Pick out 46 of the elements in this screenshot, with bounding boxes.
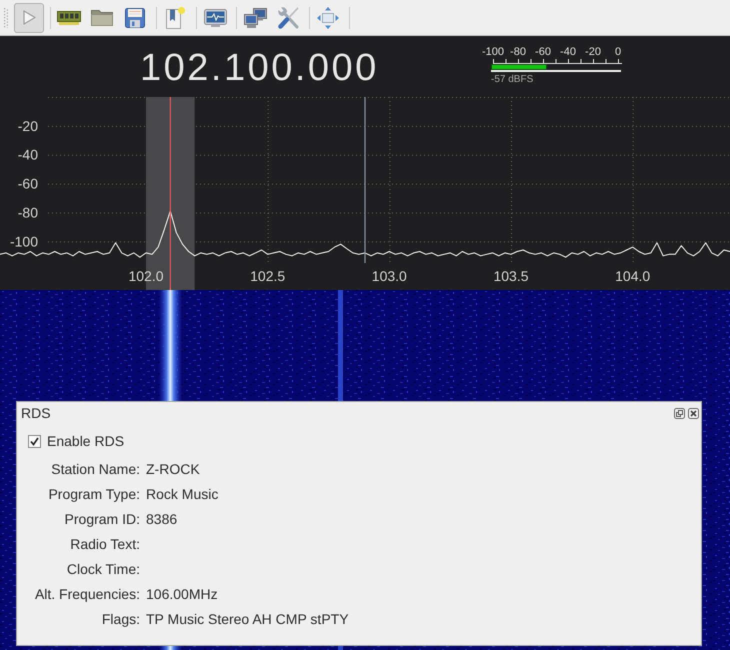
field-value: 106.00MHz xyxy=(146,584,218,602)
x-axis-label: 103.0 xyxy=(372,268,407,284)
field-label: Program ID: xyxy=(64,510,140,528)
meter-scale-label: 0 xyxy=(614,46,622,59)
wrench-screwdriver-icon xyxy=(278,6,298,28)
meter-scale-label: -80 xyxy=(510,46,526,59)
meter-scale-label: -40 xyxy=(560,46,576,59)
checkmark-icon xyxy=(30,436,39,446)
meter-scale-label: -60 xyxy=(535,46,551,59)
y-axis-label: -80 xyxy=(18,204,38,220)
field-label: Alt. Frequencies: xyxy=(34,584,140,602)
x-axis-label: 102.5 xyxy=(250,268,286,284)
grip-icon[interactable] xyxy=(4,8,8,28)
signal-reading: -57 dBFS xyxy=(491,74,534,86)
checkbox[interactable] xyxy=(28,434,41,448)
y-axis-label: -20 xyxy=(18,118,38,134)
y-axis-label: -100 xyxy=(10,233,38,250)
field-label: Radio Text: xyxy=(69,534,140,552)
x-axis-label: 104.0 xyxy=(615,268,650,284)
meter-scale-label: -100 xyxy=(482,46,504,59)
monitor-waveform-icon xyxy=(204,8,226,26)
field-label: Clock Time: xyxy=(66,560,140,578)
field-value: TP Music Stereo AH CMP stPTY xyxy=(146,610,349,628)
panel-title: RDS xyxy=(21,404,51,422)
x-axis-label: 103.5 xyxy=(493,268,529,284)
x-axis-label: 102.0 xyxy=(128,268,164,284)
field-label: Program Type: xyxy=(47,484,140,502)
restore-icon[interactable] xyxy=(674,408,685,418)
field-value: Rock Music xyxy=(146,484,218,502)
circuit-board-icon xyxy=(57,10,81,24)
play-icon xyxy=(22,10,36,25)
field-label: Flags: xyxy=(100,610,140,628)
checkbox-label[interactable]: Enable RDS xyxy=(47,432,124,450)
close-icon[interactable] xyxy=(688,408,699,418)
field-value: Z-ROCK xyxy=(146,460,200,478)
frequency-display[interactable]: 102.100.000 xyxy=(140,49,385,87)
y-axis-label: -60 xyxy=(18,176,38,192)
computers-icon xyxy=(244,8,266,28)
field-label: Station Name: xyxy=(50,460,140,478)
tuning-marker[interactable] xyxy=(170,97,171,290)
field-value: 8386 xyxy=(146,510,178,528)
four-arrows-icon xyxy=(317,6,339,28)
bookmark-icon xyxy=(166,6,184,28)
folder-icon xyxy=(91,10,113,26)
meter-scale-label: -20 xyxy=(585,46,601,59)
y-axis-label: -40 xyxy=(18,146,38,163)
